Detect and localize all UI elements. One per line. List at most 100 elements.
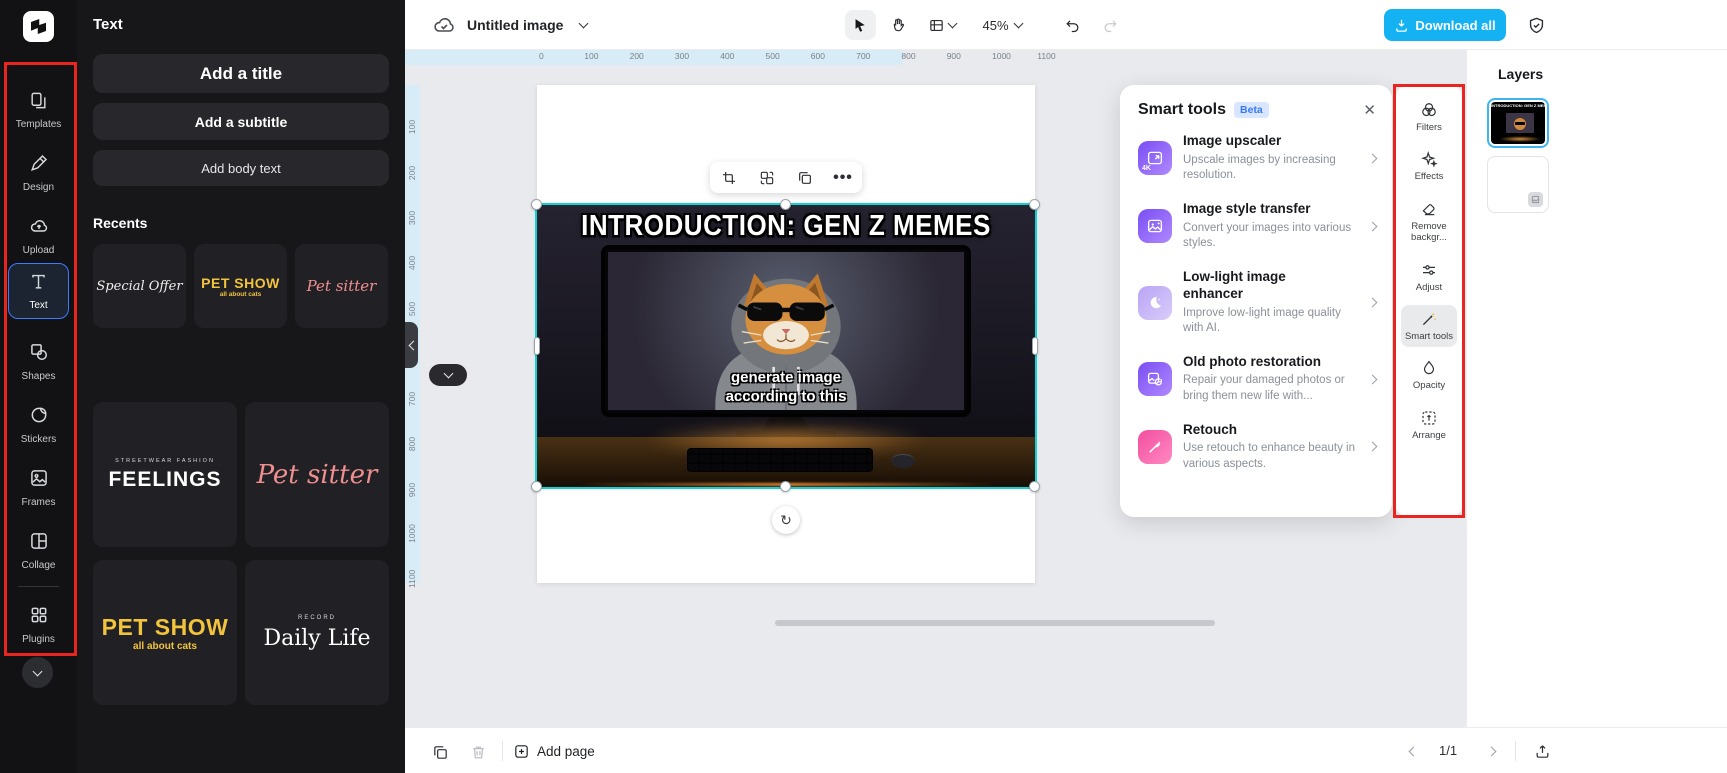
image-placeholder-icon xyxy=(1528,192,1543,207)
selected-image[interactable]: INTRODUCTION: GEN Z MEMES xyxy=(537,205,1035,487)
panel-collapse-tab[interactable] xyxy=(405,322,418,368)
smart-tool-desc: Upscale images by increasing resolution. xyxy=(1183,153,1358,184)
add-subtitle-button[interactable]: Add a subtitle xyxy=(93,103,389,140)
selection-handle-e[interactable] xyxy=(1032,337,1038,355)
crop-button[interactable] xyxy=(716,166,742,190)
rotate-handle[interactable]: ↻ xyxy=(772,506,800,534)
recents-expand-button[interactable] xyxy=(429,364,467,386)
next-page-button[interactable] xyxy=(1481,742,1501,760)
add-page-button[interactable]: Add page xyxy=(513,738,633,764)
selection-handle-se[interactable] xyxy=(1029,481,1040,492)
select-tool-button[interactable] xyxy=(845,10,876,40)
image-upscaler-icon: 4K xyxy=(1138,141,1172,175)
add-body-text-button[interactable]: Add body text xyxy=(93,150,389,186)
template-subtext: all about cats xyxy=(220,291,262,298)
sidebar-item-label: Upload xyxy=(23,245,55,256)
smart-tool-old-photo-restoration[interactable]: Old photo restoration Repair your damage… xyxy=(1138,354,1376,405)
app-root: Templates Design Upload Text Shapes Stic… xyxy=(0,0,1727,773)
sidebar-item-label: Design xyxy=(23,182,54,193)
selection-handle-n[interactable] xyxy=(780,199,791,210)
selection-handle-nw[interactable] xyxy=(531,199,542,210)
duplicate-page-button[interactable] xyxy=(427,740,453,764)
smart-tool-title: Old photo restoration xyxy=(1183,354,1358,371)
template-feelings[interactable]: STREETWEAR FASHION FEELINGS xyxy=(93,402,237,547)
template-text: PET SHOW xyxy=(102,614,229,641)
sidebar-collapse-button[interactable] xyxy=(22,657,53,688)
project-name[interactable]: Untitled image xyxy=(467,17,563,33)
zoom-control[interactable]: 45% xyxy=(973,10,1031,40)
ruler-label: 200 xyxy=(630,51,644,61)
chevron-down-icon[interactable] xyxy=(579,19,589,29)
duplicate-button[interactable] xyxy=(792,166,818,190)
ruler-label: 700 xyxy=(407,391,417,407)
app-logo[interactable] xyxy=(23,11,54,42)
layer-thumbnail-selected[interactable]: INTRODUCTION: GEN Z MEMES xyxy=(1487,98,1549,148)
export-button[interactable] xyxy=(1529,739,1555,763)
redo-button[interactable] xyxy=(1095,10,1125,40)
sidebar-item-shapes[interactable]: Shapes xyxy=(8,334,69,390)
more-options-button[interactable]: ••• xyxy=(830,166,856,190)
sidebar-item-text[interactable]: Text xyxy=(8,263,69,319)
template-pet-sitter-large[interactable]: Pet sitter xyxy=(245,402,389,547)
undo-button[interactable] xyxy=(1057,10,1087,40)
duplicate-icon xyxy=(432,744,449,761)
meme-caption-line2: according to this xyxy=(608,388,964,405)
selection-handle-w[interactable] xyxy=(534,337,540,355)
sidebar-item-label: Plugins xyxy=(22,634,55,645)
sidebar-divider xyxy=(18,586,59,587)
delete-page-button[interactable] xyxy=(465,740,491,764)
frames-icon xyxy=(29,468,49,493)
chevron-down-icon xyxy=(948,19,958,29)
recent-template-pet-sitter[interactable]: Pet sitter xyxy=(295,244,388,328)
smart-tool-image-upscaler[interactable]: 4K Image upscaler Upscale images by incr… xyxy=(1138,133,1376,184)
smart-tool-title: Low-light image enhancer xyxy=(1183,269,1333,303)
sidebar-item-templates[interactable]: Templates xyxy=(8,82,69,138)
template-text: FEELINGS xyxy=(108,468,221,492)
replace-button[interactable] xyxy=(754,166,780,190)
canvas-area[interactable]: 010020030040050060070080090010001100 100… xyxy=(405,50,1466,727)
rail-item-opacity[interactable]: Opacity xyxy=(1401,354,1457,396)
zoom-level: 45% xyxy=(982,18,1008,33)
sidebar-item-stickers[interactable]: Stickers xyxy=(8,397,69,453)
sidebar-item-frames[interactable]: Frames xyxy=(8,460,69,516)
template-daily-life[interactable]: RECORD Daily Life xyxy=(245,560,389,705)
layer-thumbnail-empty[interactable] xyxy=(1487,156,1549,213)
add-title-button[interactable]: Add a title xyxy=(93,54,389,93)
close-icon[interactable]: ✕ xyxy=(1363,103,1376,118)
privacy-shield-button[interactable] xyxy=(1521,11,1551,39)
hand-tool-button[interactable] xyxy=(883,10,914,40)
selection-handle-ne[interactable] xyxy=(1029,199,1040,210)
rail-item-effects[interactable]: Effects xyxy=(1401,145,1457,187)
template-subtext: all about cats xyxy=(133,641,197,652)
sidebar-item-plugins[interactable]: Plugins xyxy=(8,597,69,653)
template-text: Daily Life xyxy=(263,626,370,651)
shapes-icon xyxy=(29,342,49,367)
smart-tool-low-light-enhancer[interactable]: Low-light image enhancer Improve low-lig… xyxy=(1138,269,1376,337)
chevron-left-icon xyxy=(1408,746,1418,756)
rail-item-arrange[interactable]: Arrange xyxy=(1401,404,1457,446)
selection-handle-sw[interactable] xyxy=(531,481,542,492)
cloud-sync-icon xyxy=(432,13,456,42)
sidebar-item-upload[interactable]: Upload xyxy=(8,208,69,264)
sidebar-item-design[interactable]: Design xyxy=(8,145,69,201)
recent-template-pet-show[interactable]: PET SHOW all about cats xyxy=(194,244,287,328)
template-pet-show-large[interactable]: PET SHOW all about cats xyxy=(93,560,237,705)
duplicate-icon xyxy=(797,170,813,186)
text-panel: Text Add a title Add a subtitle Add body… xyxy=(77,0,405,773)
smart-tool-retouch[interactable]: Retouch Use retouch to enhance beauty in… xyxy=(1138,422,1376,473)
rail-item-filters[interactable]: Filters xyxy=(1401,96,1457,138)
rail-item-remove-background[interactable]: Remove backgr... xyxy=(1401,195,1457,249)
canvas-size-button[interactable] xyxy=(921,10,963,40)
ruler-label: 700 xyxy=(856,51,870,61)
meme-caption-line1: generate image xyxy=(608,369,964,386)
smart-tool-style-transfer[interactable]: Image style transfer Convert your images… xyxy=(1138,201,1376,252)
selection-handle-s[interactable] xyxy=(780,481,791,492)
rail-item-adjust[interactable]: Adjust xyxy=(1401,256,1457,298)
recent-template-special-offer[interactable]: Special Offer xyxy=(93,244,186,328)
previous-page-button[interactable] xyxy=(1403,742,1423,760)
sidebar-item-collage[interactable]: Collage xyxy=(8,523,69,579)
download-all-button[interactable]: Download all xyxy=(1384,9,1506,41)
horizontal-scrollbar[interactable] xyxy=(775,620,1215,626)
chevron-right-icon xyxy=(1368,442,1378,452)
rail-item-smart-tools[interactable]: Smart tools xyxy=(1401,305,1457,347)
